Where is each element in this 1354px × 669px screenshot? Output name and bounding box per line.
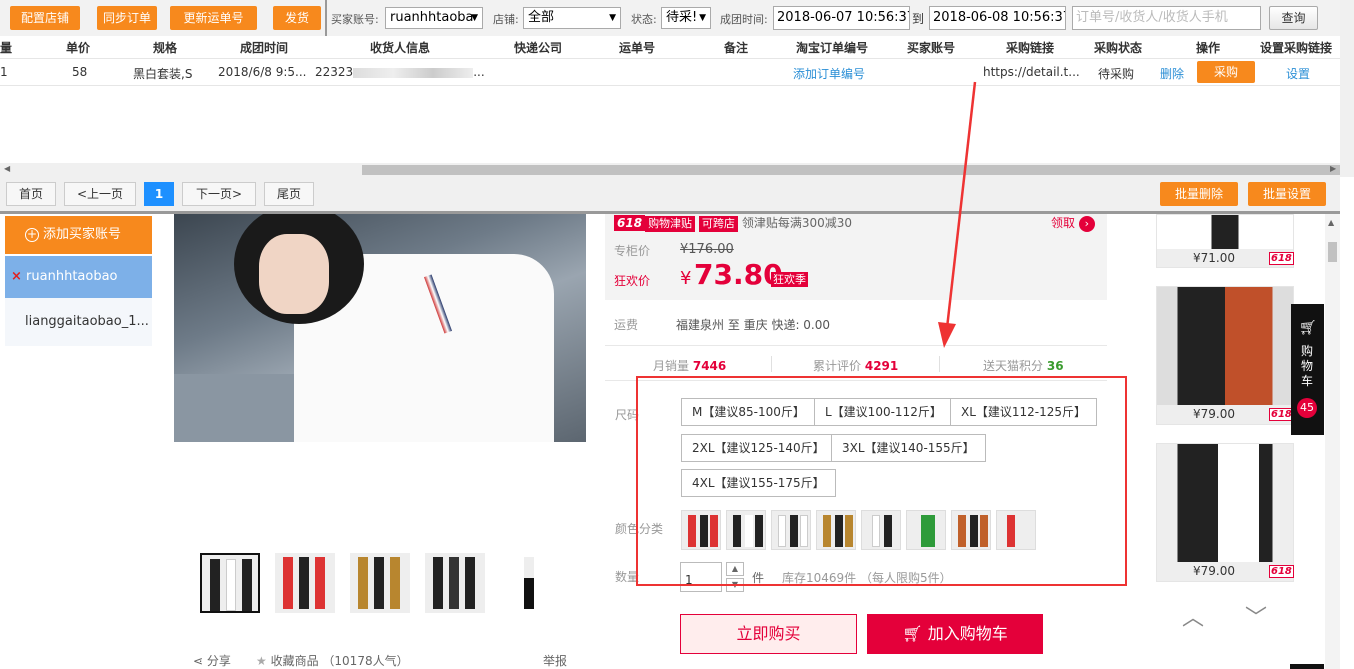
related-product-2[interactable]: ¥79.00 618 — [1156, 286, 1294, 425]
badge-618: 618 — [1269, 565, 1294, 578]
page-scrollbar[interactable]: ▲ — [1325, 214, 1340, 669]
related-product-image — [1157, 444, 1293, 562]
cart-icon: 🛒︎ — [902, 624, 923, 643]
buy-now-button[interactable]: 立即购买 — [680, 614, 857, 654]
annotation-arrow — [938, 81, 977, 348]
badge-618: 618 — [1269, 252, 1294, 265]
add-to-cart-button[interactable]: 🛒︎ 加入购物车 — [867, 614, 1043, 654]
related-price: ¥71.00 — [1193, 251, 1235, 265]
arrow-head — [938, 322, 956, 348]
side-cart-label: 购物车 — [1300, 344, 1313, 388]
related-price: ¥79.00 — [1193, 407, 1235, 421]
cart-icon: 🛒︎ — [1299, 320, 1317, 336]
chevron-down-icon[interactable]: ﹀ — [1245, 600, 1267, 632]
corner-element — [1290, 664, 1324, 669]
related-product-image — [1157, 215, 1293, 249]
related-product-1[interactable]: ¥71.00 618 — [1156, 214, 1294, 268]
side-cart[interactable]: 🛒︎ 购物车 45 — [1291, 304, 1324, 435]
related-price: ¥79.00 — [1193, 564, 1235, 578]
chevron-up-icon[interactable]: ︿ — [1182, 600, 1204, 632]
related-product-image — [1157, 287, 1293, 405]
add-cart-label: 加入购物车 — [927, 624, 1008, 643]
page-scrollbar-thumb[interactable] — [1328, 242, 1337, 262]
arrow-line — [945, 81, 977, 329]
scroll-up-icon[interactable]: ▲ — [1328, 218, 1334, 227]
cart-count-badge: 45 — [1297, 398, 1317, 418]
related-product-3[interactable]: ¥79.00 618 — [1156, 443, 1294, 582]
